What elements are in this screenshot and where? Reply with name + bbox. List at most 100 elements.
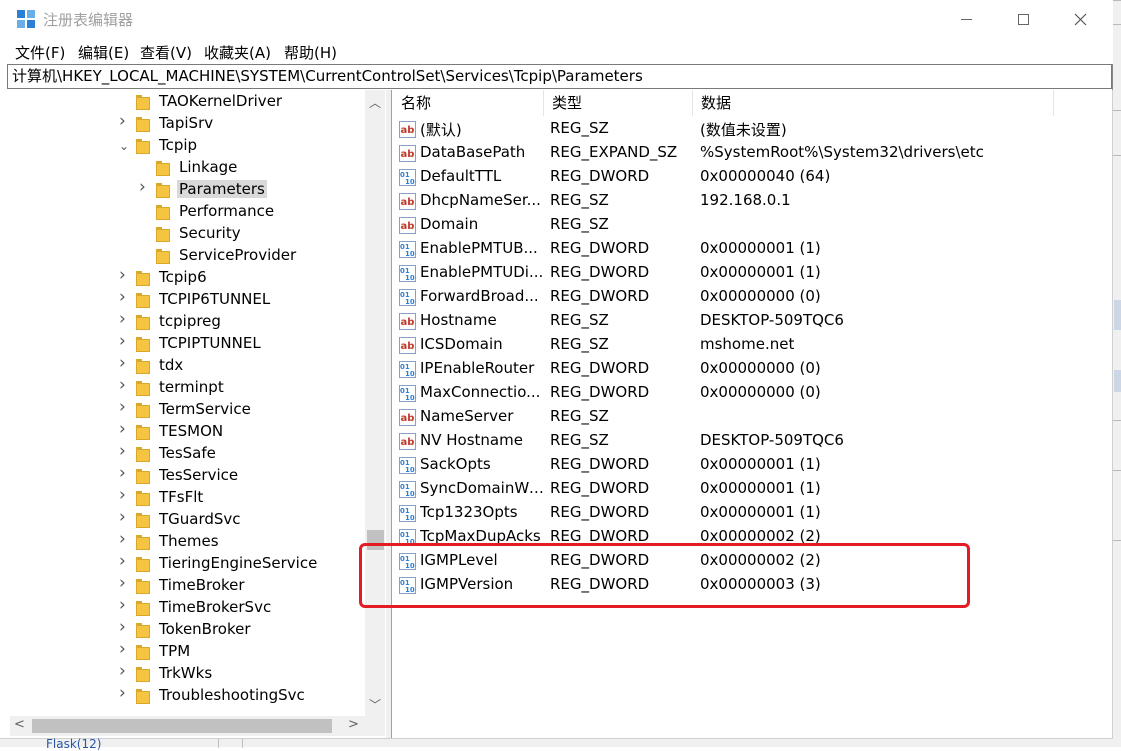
tree-item-tessafe[interactable]: › TesSafe <box>10 443 365 465</box>
tree-item-tcpiptunnel[interactable]: › TCPIPTUNNEL <box>10 333 365 355</box>
chevron-right-icon[interactable]: › <box>119 597 129 614</box>
column-header-name[interactable]: 名称 <box>393 90 544 116</box>
value-row[interactable]: ab NV Hostname REG_SZ DESKTOP-509TQC6 <box>393 429 1112 453</box>
scroll-down-icon[interactable]: ﹀ <box>369 696 381 713</box>
registry-key-tree[interactable]: TAOKernelDriver › TapiSrv ⌄ Tcpip Linkage › Par… <box>10 90 386 738</box>
value-row[interactable]: ab DataBasePath REG_EXPAND_SZ %SystemRoot%\… <box>393 141 1112 165</box>
tree-item-tcpip6tunnel[interactable]: › TCPIP6TUNNEL <box>10 289 365 311</box>
tree-item-tieringengineservice[interactable]: › TieringEngineService <box>10 553 365 575</box>
tree-vertical-scrollbar[interactable]: ︿ ﹀ <box>365 90 385 716</box>
menu-file[interactable]: 文件(F) <box>15 42 65 63</box>
tree-item-serviceprovider[interactable]: ServiceProvider <box>10 245 365 267</box>
maximize-button[interactable] <box>995 0 1051 38</box>
value-row[interactable]: 01 10 DefaultTTL REG_DWORD 0x00000040 (64) <box>393 165 1112 189</box>
value-row[interactable]: ab DhcpNameSer... REG_SZ 192.168.0.1 <box>393 189 1112 213</box>
chevron-right-icon[interactable]: › <box>119 641 129 658</box>
chevron-right-icon[interactable]: › <box>119 619 129 636</box>
chevron-right-icon[interactable]: › <box>119 333 129 350</box>
chevron-right-icon[interactable]: › <box>119 663 129 680</box>
tree-item-tcpipreg[interactable]: › tcpipreg <box>10 311 365 333</box>
chevron-right-icon[interactable]: › <box>119 553 129 570</box>
tree-item-tdx[interactable]: › tdx <box>10 355 365 377</box>
menu-view[interactable]: 查看(V) <box>140 42 192 63</box>
value-row[interactable]: 01 10 IPEnableRouter REG_DWORD 0x00000000 (0… <box>393 357 1112 381</box>
chevron-right-icon[interactable]: › <box>119 575 129 592</box>
value-row[interactable]: 01 10 SackOpts REG_DWORD 0x00000001 (1) <box>393 453 1112 477</box>
value-type: REG_SZ <box>550 407 609 425</box>
chevron-right-icon[interactable]: › <box>119 377 129 394</box>
chevron-down-icon[interactable]: ⌄ <box>119 139 129 153</box>
tree-item-parameters[interactable]: › Parameters <box>10 179 365 201</box>
value-row[interactable]: 01 10 ForwardBroad... REG_DWORD 0x00000000 (… <box>393 285 1112 309</box>
tree-item-linkage[interactable]: Linkage <box>10 157 365 179</box>
chevron-right-icon[interactable]: › <box>119 465 129 482</box>
chevron-right-icon[interactable]: › <box>119 399 129 416</box>
menu-favorites[interactable]: 收藏夹(A) <box>204 42 271 63</box>
tree-item-termservice[interactable]: › TermService <box>10 399 365 421</box>
title-bar[interactable]: 注册表编辑器 <box>0 0 1113 38</box>
tree-item-tesmon[interactable]: › TESMON <box>10 421 365 443</box>
string-value-icon: ab <box>399 121 416 138</box>
tree-item-security[interactable]: Security <box>10 223 365 245</box>
column-header-data[interactable]: 数据 <box>693 90 1054 116</box>
chevron-right-icon[interactable]: › <box>119 355 129 372</box>
value-row[interactable]: ab Hostname REG_SZ DESKTOP-509TQC6 <box>393 309 1112 333</box>
value-row[interactable]: ab ICSDomain REG_SZ mshome.net <box>393 333 1112 357</box>
value-row[interactable]: 01 10 MaxConnectio... REG_DWORD 0x00000000 (… <box>393 381 1112 405</box>
chevron-right-icon[interactable]: › <box>119 421 129 438</box>
value-row[interactable]: 01 10 EnablePMTUDi... REG_DWORD 0x00000001 (… <box>393 261 1112 285</box>
tree-item-tapisrv[interactable]: › TapiSrv <box>10 113 365 135</box>
value-row[interactable]: ab (默认) REG_SZ (数值未设置) <box>393 117 1112 141</box>
tree-item-performance[interactable]: Performance <box>10 201 365 223</box>
tree-item-tesservice[interactable]: › TesService <box>10 465 365 487</box>
tree-item-troubleshootingsvc[interactable]: › TroubleshootingSvc <box>10 685 365 707</box>
chevron-right-icon[interactable]: › <box>119 509 129 526</box>
tree-item-taokerneldriver[interactable]: TAOKernelDriver <box>10 91 365 113</box>
menu-edit[interactable]: 编辑(E) <box>78 42 129 63</box>
chevron-right-icon[interactable]: › <box>119 487 129 504</box>
list-header: 名称 类型 数据 <box>393 90 1112 116</box>
value-row[interactable]: 01 10 SyncDomainWi... REG_DWORD 0x00000001 (… <box>393 477 1112 501</box>
tree-item-tguardsvc[interactable]: › TGuardSvc <box>10 509 365 531</box>
folder-icon <box>136 557 150 572</box>
folder-icon <box>136 337 150 352</box>
menu-help[interactable]: 帮助(H) <box>284 42 337 63</box>
pane-splitter[interactable] <box>386 90 392 738</box>
value-name: ICSDomain <box>420 335 503 353</box>
scroll-up-icon[interactable]: ︿ <box>369 94 381 111</box>
close-button[interactable] <box>1052 0 1108 38</box>
value-row[interactable]: ab NameServer REG_SZ <box>393 405 1112 429</box>
value-name: ForwardBroad... <box>420 287 539 305</box>
tree-item-themes[interactable]: › Themes <box>10 531 365 553</box>
minimize-button[interactable] <box>938 0 994 38</box>
value-row[interactable]: ab Domain REG_SZ <box>393 213 1112 237</box>
chevron-right-icon[interactable]: › <box>119 531 129 548</box>
svg-text:ab: ab <box>401 317 415 328</box>
chevron-right-icon[interactable]: › <box>119 685 129 702</box>
column-header-type[interactable]: 类型 <box>544 90 693 116</box>
tree-item-tfsflt[interactable]: › TFsFlt <box>10 487 365 509</box>
scroll-left-icon[interactable]: < <box>14 717 25 732</box>
tree-item-tpm[interactable]: › TPM <box>10 641 365 663</box>
tree-item-tokenbroker[interactable]: › TokenBroker <box>10 619 365 641</box>
chevron-right-icon[interactable]: › <box>119 113 129 130</box>
chevron-right-icon[interactable]: › <box>119 267 129 284</box>
tree-item-trkwks[interactable]: › TrkWks <box>10 663 365 685</box>
address-bar[interactable]: 计算机\HKEY_LOCAL_MACHINE\SYSTEM\CurrentCon… <box>7 64 1112 89</box>
chevron-right-icon[interactable]: › <box>119 311 129 328</box>
tree-item-timebroker[interactable]: › TimeBroker <box>10 575 365 597</box>
tree-horizontal-scrollbar[interactable]: < > <box>10 716 365 736</box>
tree-item-tcpip[interactable]: ⌄ Tcpip <box>10 135 365 157</box>
tree-item-timebrokersvc[interactable]: › TimeBrokerSvc <box>10 597 365 619</box>
tree-item-label: TESMON <box>159 422 224 440</box>
registry-value-list[interactable]: 名称 类型 数据 ab (默认) REG_SZ (数值未设置) ab DataBasePa… <box>393 90 1112 738</box>
tree-item-tcpip6[interactable]: › Tcpip6 <box>10 267 365 289</box>
tree-item-terminpt[interactable]: › terminpt <box>10 377 365 399</box>
value-row[interactable]: 01 10 EnablePMTUB... REG_DWORD 0x00000001 (1… <box>393 237 1112 261</box>
hscroll-thumb[interactable] <box>32 719 332 733</box>
chevron-right-icon[interactable]: › <box>139 179 149 196</box>
chevron-right-icon[interactable]: › <box>119 443 129 460</box>
value-row[interactable]: 01 10 Tcp1323Opts REG_DWORD 0x00000001 (1) <box>393 501 1112 525</box>
scroll-right-icon[interactable]: > <box>348 717 359 732</box>
chevron-right-icon[interactable]: › <box>119 289 129 306</box>
